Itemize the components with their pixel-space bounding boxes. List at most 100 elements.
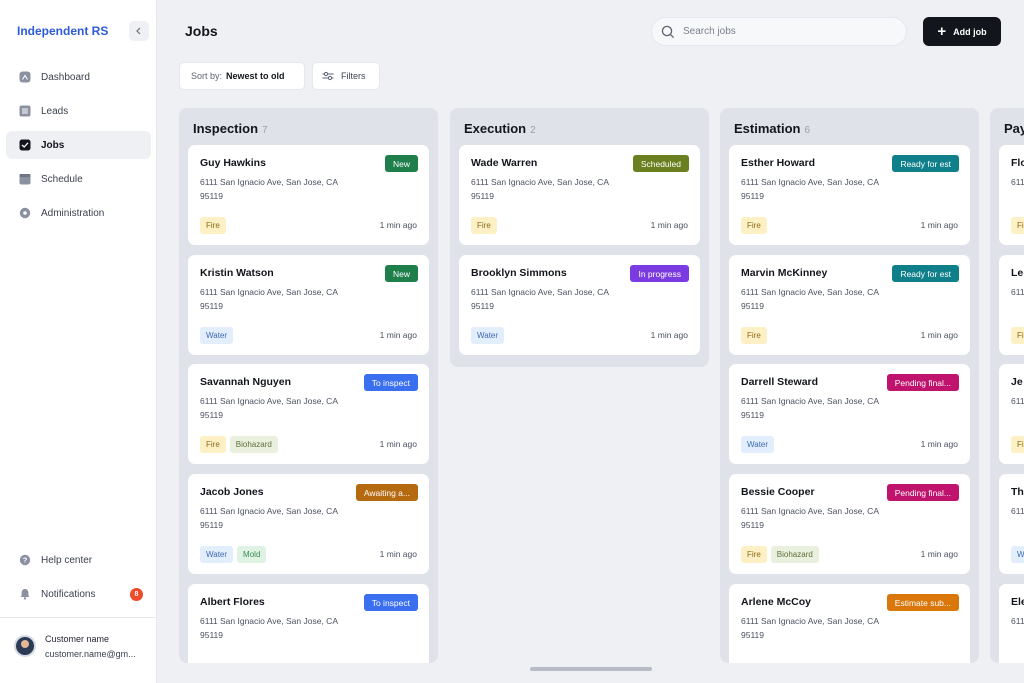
page-title: Jobs xyxy=(185,23,218,39)
user-profile[interactable]: Customer name customer.name@gm... xyxy=(0,617,157,683)
column-title: Pay xyxy=(1004,121,1024,136)
job-tags: Water xyxy=(741,436,775,453)
job-customer-name: Guy Hawkins xyxy=(200,157,266,169)
board-column-estimation: Estimation 6 Esther Howard 6111 San Ignacio… xyxy=(720,108,979,663)
status-badge: To inspect xyxy=(363,374,418,391)
status-badge: In progress xyxy=(630,265,689,282)
sidebar-item-leads[interactable]: Leads xyxy=(6,97,151,125)
search-input[interactable] xyxy=(683,26,883,37)
sidebar-nav: Dashboard Leads Jobs Schedule Administra… xyxy=(6,63,151,233)
gear-icon xyxy=(19,207,31,219)
job-timestamp: 1 min ago xyxy=(920,330,958,340)
sidebar-item-dashboard[interactable]: Dashboard xyxy=(6,63,151,91)
column-header: Inspection 7 xyxy=(179,108,438,145)
tag-fire: Fire xyxy=(200,436,226,453)
job-card[interactable]: Th 611 CA W xyxy=(999,474,1024,574)
job-card[interactable]: Le 611 CA Fi xyxy=(999,255,1024,355)
job-card[interactable]: Esther Howard 6111 San Ignacio Ave, San J… xyxy=(729,145,970,245)
job-address: 6111 San Ignacio Ave, San Jose, CA 95119 xyxy=(741,177,879,201)
job-customer-name: Kristin Watson xyxy=(200,267,274,279)
sidebar-item-administration[interactable]: Administration xyxy=(6,199,151,227)
tag-water: Water xyxy=(741,436,775,453)
job-card[interactable]: Guy Hawkins 6111 San Ignacio Ave, San Jos… xyxy=(188,145,429,245)
job-tags: Fi xyxy=(1011,436,1024,453)
tag-water: Water xyxy=(200,546,234,563)
job-card[interactable]: Arlene McCoy 6111 San Ignacio Ave, San Jo… xyxy=(729,584,970,663)
schedule-icon xyxy=(19,173,31,185)
job-address: 611 CA xyxy=(1011,616,1024,626)
job-card[interactable]: Kristin Watson 6111 San Ignacio Ave, San … xyxy=(188,255,429,355)
tag-water: Water xyxy=(471,327,505,344)
job-address: 6111 San Ignacio Ave, San Jose, CA 95119 xyxy=(741,506,879,530)
column-header: Pay xyxy=(990,108,1024,145)
tag-fi: Fi xyxy=(1011,217,1024,234)
kanban-board: Inspection 7 Guy Hawkins 6111 San Ignacio A… xyxy=(179,108,1024,663)
sort-dropdown[interactable]: Sort by: Newest to old xyxy=(179,62,305,90)
add-job-button[interactable]: + Add job xyxy=(923,17,1001,46)
job-tags: Fi xyxy=(1011,327,1024,344)
job-address: 6111 San Ignacio Ave, San Jose, CA 95119 xyxy=(741,396,879,420)
job-card[interactable]: Darrell Steward 6111 San Ignacio Ave, San… xyxy=(729,364,970,464)
job-card[interactable]: Savannah Nguyen 6111 San Ignacio Ave, San… xyxy=(188,364,429,464)
plus-icon: + xyxy=(937,23,947,40)
sort-value: Newest to old xyxy=(226,71,285,81)
sidebar-item-jobs[interactable]: Jobs xyxy=(6,131,151,159)
status-badge: Pending final... xyxy=(886,374,959,391)
tag-fire: Fire xyxy=(741,546,767,563)
job-customer-name: Brooklyn Simmons xyxy=(471,267,567,279)
job-card[interactable]: Brooklyn Simmons 6111 San Ignacio Ave, Sa… xyxy=(459,255,700,355)
job-customer-name: Ele xyxy=(1011,596,1024,608)
sidebar-bottom-nav: ? Help center Notifications 8 xyxy=(6,546,151,614)
board-column-pay: Pay Flo 611 CA Fi Le 611 CA Fi Je 611 CA Fi Th 611 … xyxy=(990,108,1024,663)
job-card[interactable]: Wade Warren 6111 San Ignacio Ave, San Jos… xyxy=(459,145,700,245)
job-customer-name: Savannah Nguyen xyxy=(200,376,292,388)
job-card[interactable]: Albert Flores 6111 San Ignacio Ave, San J… xyxy=(188,584,429,663)
job-timestamp: 1 min ago xyxy=(920,220,958,230)
job-tags: Fi xyxy=(1011,217,1024,234)
job-customer-name: Arlene McCoy xyxy=(741,596,812,608)
sidebar-item-label: Dashboard xyxy=(41,71,90,83)
column-header: Estimation 6 xyxy=(720,108,979,145)
column-header: Execution 2 xyxy=(450,108,709,145)
job-address: 6111 San Ignacio Ave, San Jose, CA 95119 xyxy=(471,177,609,201)
filters-button[interactable]: Filters xyxy=(312,62,380,90)
sidebar-item-schedule[interactable]: Schedule xyxy=(6,165,151,193)
job-customer-name: Bessie Cooper xyxy=(741,486,815,498)
sidebar-item-notifications[interactable]: Notifications 8 xyxy=(6,580,151,608)
status-badge: Estimate sub... xyxy=(886,594,959,611)
horizontal-scrollbar[interactable] xyxy=(530,667,652,671)
search-box[interactable] xyxy=(651,17,907,46)
job-tags: Fire xyxy=(471,217,497,234)
column-title: Inspection xyxy=(193,121,259,136)
tag-mold: Mold xyxy=(237,546,267,563)
job-card[interactable]: Marvin McKinney 6111 San Ignacio Ave, San… xyxy=(729,255,970,355)
job-card[interactable]: Bessie Cooper 6111 San Ignacio Ave, San J… xyxy=(729,474,970,574)
sidebar-item-label: Schedule xyxy=(41,173,83,185)
column-count: 2 xyxy=(530,125,536,136)
job-card[interactable]: Ele 611 CA xyxy=(999,584,1024,663)
status-badge: Scheduled xyxy=(632,155,689,172)
avatar xyxy=(14,635,36,657)
column-count: 7 xyxy=(262,125,268,136)
sidebar-item-label: Notifications xyxy=(41,588,96,600)
job-timestamp: 1 min ago xyxy=(920,549,958,559)
board-column-execution: Execution 2 Wade Warren 6111 San Ignacio Av… xyxy=(450,108,709,367)
job-customer-name: Albert Flores xyxy=(200,596,265,608)
tag-fire: Fire xyxy=(471,217,497,234)
job-timestamp: 1 min ago xyxy=(920,439,958,449)
collapse-sidebar-button[interactable] xyxy=(129,21,149,41)
sidebar-item-label: Administration xyxy=(41,207,105,219)
column-count: 6 xyxy=(804,125,811,136)
job-address: 611 CA xyxy=(1011,396,1024,406)
job-card[interactable]: Jacob Jones 6111 San Ignacio Ave, San Jos… xyxy=(188,474,429,574)
job-card[interactable]: Je 611 CA Fi xyxy=(999,364,1024,464)
job-tags: Fire Biohazard xyxy=(200,436,278,453)
sidebar-item-help-center[interactable]: ? Help center xyxy=(6,546,151,574)
job-customer-name: Flo xyxy=(1011,157,1024,169)
job-card[interactable]: Flo 611 CA Fi xyxy=(999,145,1024,245)
tag-fire: Fire xyxy=(200,217,226,234)
job-address: 611 CA xyxy=(1011,506,1024,516)
search-icon xyxy=(661,25,675,38)
help-icon: ? xyxy=(19,554,31,566)
job-timestamp: 1 min ago xyxy=(650,220,688,230)
